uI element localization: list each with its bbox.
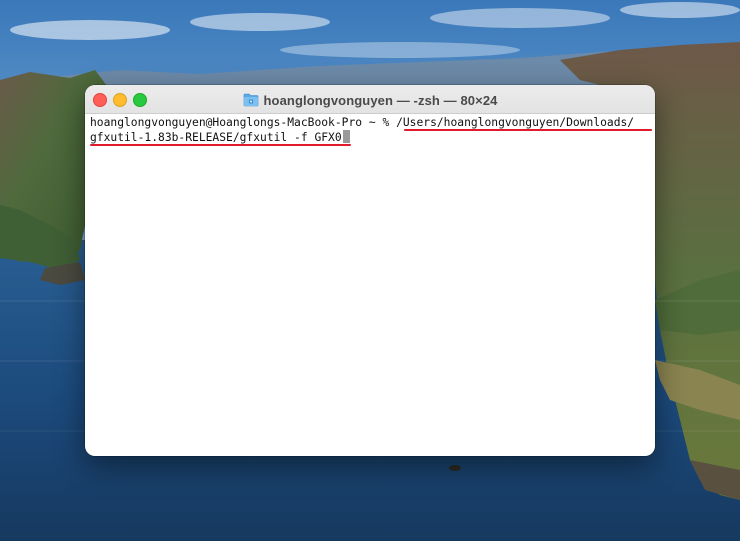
shell-prompt: hoanglongvonguyen@Hoanglongs-MacBook-Pro… [90, 116, 397, 129]
terminal-content[interactable]: hoanglongvonguyen@Hoanglongs-MacBook-Pro… [90, 115, 652, 445]
text-cursor [342, 130, 350, 143]
window-titlebar[interactable]: hoanglongvonguyen — -zsh — 80×24 [85, 85, 655, 114]
folder-icon [243, 93, 258, 107]
window-title: hoanglongvonguyen — -zsh — 80×24 [263, 92, 498, 108]
terminal-line-1: hoanglongvonguyen@Hoanglongs-MacBook-Pro… [90, 115, 652, 130]
command-text-part1: /Users/hoanglongvonguyen/Downloads/ [396, 116, 635, 129]
annotation-underline-1 [404, 129, 652, 131]
annotation-underline-2 [90, 144, 351, 146]
command-text-part2: gfxutil-1.83b-RELEASE/gfxutil -f GFX0 [90, 131, 342, 144]
window-title-group: hoanglongvonguyen — -zsh — 80×24 [85, 91, 655, 109]
terminal-line-2: gfxutil-1.83b-RELEASE/gfxutil -f GFX0 [90, 130, 652, 145]
terminal-window[interactable]: hoanglongvonguyen — -zsh — 80×24 hoanglo… [85, 85, 655, 456]
